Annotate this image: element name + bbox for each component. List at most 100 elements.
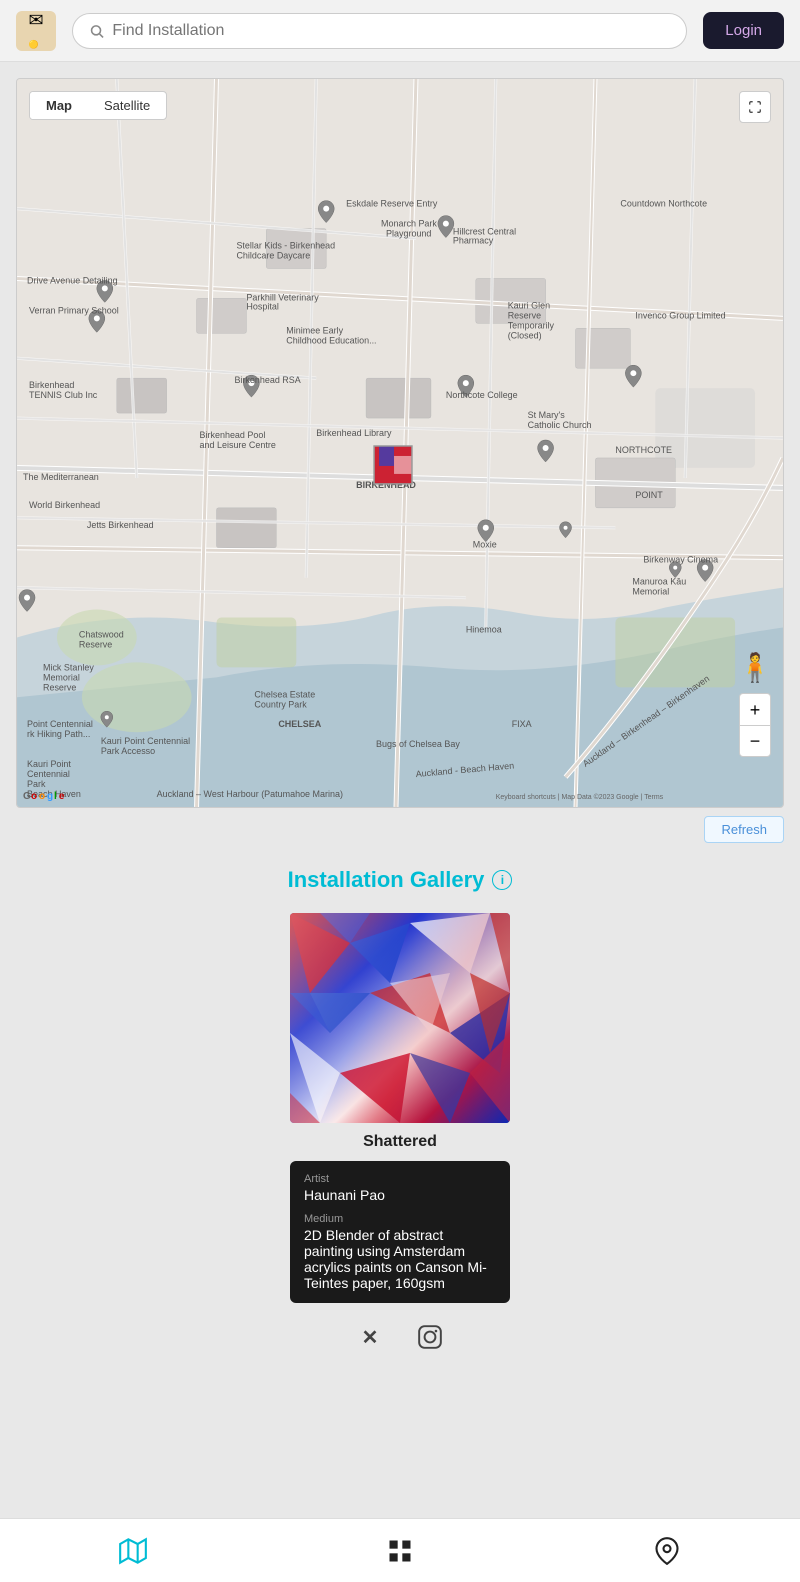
- bottom-nav: [0, 1518, 800, 1582]
- gallery-info-button[interactable]: i: [492, 870, 512, 890]
- svg-text:Jetts Birkenhead: Jetts Birkenhead: [87, 520, 154, 530]
- search-input[interactable]: [112, 22, 670, 40]
- zoom-controls: + −: [739, 693, 771, 757]
- svg-text:Pharmacy: Pharmacy: [453, 236, 494, 246]
- zoom-in-button[interactable]: +: [739, 693, 771, 725]
- svg-text:Birkenhead RSA: Birkenhead RSA: [234, 375, 300, 385]
- search-icon: [89, 23, 104, 39]
- svg-text:Chelsea Estate: Chelsea Estate: [254, 689, 315, 699]
- refresh-button[interactable]: Refresh: [704, 816, 784, 843]
- svg-text:Verran Primary School: Verran Primary School: [29, 305, 119, 315]
- grid-nav-icon: [386, 1537, 414, 1565]
- nav-pin[interactable]: [629, 1529, 705, 1573]
- svg-text:Birkenway Cinema: Birkenway Cinema: [643, 555, 718, 565]
- svg-text:Mick Stanley: Mick Stanley: [43, 662, 94, 672]
- svg-text:Stellar Kids - Birkenhead: Stellar Kids - Birkenhead: [236, 241, 335, 251]
- svg-text:o: o: [39, 791, 45, 802]
- street-view-pegman[interactable]: 🧍: [739, 647, 771, 687]
- svg-text:Reserve: Reserve: [43, 682, 76, 692]
- svg-text:Invenco Group Limited: Invenco Group Limited: [635, 310, 725, 320]
- gallery-title: Installation Gallery i: [288, 867, 513, 893]
- artwork-title: Shattered: [363, 1133, 437, 1151]
- instagram-icon: [417, 1324, 443, 1350]
- svg-text:Moxie: Moxie: [473, 540, 497, 550]
- svg-text:G: G: [23, 791, 31, 802]
- svg-text:(Closed): (Closed): [508, 330, 542, 340]
- svg-text:Kauri Glen: Kauri Glen: [508, 300, 550, 310]
- svg-text:Memorial: Memorial: [43, 672, 80, 682]
- svg-text:Drive Avenue Detailing: Drive Avenue Detailing: [27, 275, 118, 285]
- svg-text:The Mediterranean: The Mediterranean: [23, 472, 99, 482]
- search-bar[interactable]: [72, 13, 687, 49]
- svg-text:Playground: Playground: [386, 229, 431, 239]
- medium-label: Medium: [304, 1213, 496, 1225]
- artist-label: Artist: [304, 1173, 496, 1185]
- svg-text:Memorial: Memorial: [632, 587, 669, 597]
- map-container[interactable]: Eskdale Reserve Entry Monarch Park Playg…: [16, 78, 784, 808]
- svg-text:Centennial: Centennial: [27, 769, 70, 779]
- map-background: Eskdale Reserve Entry Monarch Park Playg…: [17, 79, 783, 807]
- svg-text:o: o: [31, 791, 37, 802]
- map-toggle[interactable]: Map Satellite: [29, 91, 167, 120]
- svg-text:FIXA: FIXA: [512, 719, 532, 729]
- gallery-section: Installation Gallery i: [16, 867, 784, 1351]
- svg-text:Northcote College: Northcote College: [446, 390, 518, 400]
- header: ✉🟡 Login: [0, 0, 800, 62]
- svg-text:Birkenhead: Birkenhead: [29, 380, 74, 390]
- svg-text:CHELSEA: CHELSEA: [278, 719, 321, 729]
- svg-text:rk Hiking Path...: rk Hiking Path...: [27, 729, 90, 739]
- refresh-wrapper: Refresh: [16, 816, 784, 843]
- svg-text:g: g: [47, 791, 53, 802]
- svg-text:Monarch Park: Monarch Park: [381, 219, 437, 229]
- svg-text:Temporarily: Temporarily: [508, 320, 555, 330]
- svg-text:Birkenhead Library: Birkenhead Library: [316, 428, 392, 438]
- logo: ✉🟡: [16, 11, 56, 51]
- zoom-out-button[interactable]: −: [739, 725, 771, 757]
- social-row: ✕: [356, 1323, 444, 1351]
- svg-text:Kauri Point: Kauri Point: [27, 759, 71, 769]
- artwork-painting: [290, 913, 510, 1123]
- svg-text:St Mary's: St Mary's: [528, 410, 566, 420]
- map-view-button[interactable]: Map: [30, 92, 88, 119]
- svg-text:Catholic Church: Catholic Church: [528, 420, 592, 430]
- satellite-view-button[interactable]: Satellite: [88, 92, 166, 119]
- fullscreen-icon: [748, 100, 762, 114]
- nav-map[interactable]: [95, 1529, 171, 1573]
- nav-grid[interactable]: [362, 1529, 438, 1573]
- svg-text:Hinemoa: Hinemoa: [466, 624, 502, 634]
- svg-text:Park: Park: [27, 779, 46, 789]
- instagram-social-button[interactable]: [416, 1323, 444, 1351]
- svg-text:Birkenhead Pool: Birkenhead Pool: [200, 430, 266, 440]
- info-icon: i: [501, 873, 504, 887]
- svg-text:Park Accesso: Park Accesso: [101, 746, 155, 756]
- gallery-title-text: Installation Gallery: [288, 867, 485, 893]
- pin-nav-icon: [653, 1537, 681, 1565]
- medium-value: 2D Blender of abstract painting using Am…: [304, 1227, 496, 1291]
- svg-text:Childhood Education...: Childhood Education...: [286, 335, 376, 345]
- svg-text:Chatswood: Chatswood: [79, 629, 124, 639]
- svg-text:Reserve: Reserve: [508, 310, 541, 320]
- svg-text:and Leisure Centre: and Leisure Centre: [200, 440, 276, 450]
- svg-text:TENNIS Club Inc: TENNIS Club Inc: [29, 390, 98, 400]
- x-social-button[interactable]: ✕: [356, 1323, 384, 1351]
- svg-text:World Birkenhead: World Birkenhead: [29, 500, 100, 510]
- svg-text:Reserve: Reserve: [79, 639, 112, 649]
- svg-text:Childcare Daycare: Childcare Daycare: [236, 251, 310, 261]
- login-button[interactable]: Login: [703, 12, 784, 49]
- svg-text:l: l: [54, 791, 57, 802]
- fullscreen-button[interactable]: [739, 91, 771, 123]
- svg-text:Kauri Point Centennial: Kauri Point Centennial: [101, 736, 190, 746]
- map-nav-icon: [119, 1537, 147, 1565]
- svg-text:Minimee Early: Minimee Early: [286, 325, 343, 335]
- svg-text:Hospital: Hospital: [246, 301, 278, 311]
- svg-text:Bugs of Chelsea Bay: Bugs of Chelsea Bay: [376, 739, 460, 749]
- artist-value: Haunani Pao: [304, 1187, 496, 1203]
- artwork-image[interactable]: [290, 913, 510, 1123]
- svg-text:Point Centennial: Point Centennial: [27, 719, 93, 729]
- logo-icon: ✉🟡: [28, 10, 43, 52]
- x-icon: ✕: [362, 1325, 379, 1350]
- artwork-card: Shattered Artist Haunani Pao Medium 2D B…: [290, 913, 510, 1351]
- svg-text:Manuroa Kāu: Manuroa Kāu: [632, 577, 686, 587]
- svg-text:Eskdale Reserve Entry: Eskdale Reserve Entry: [346, 199, 438, 209]
- svg-text:POINT: POINT: [635, 490, 663, 500]
